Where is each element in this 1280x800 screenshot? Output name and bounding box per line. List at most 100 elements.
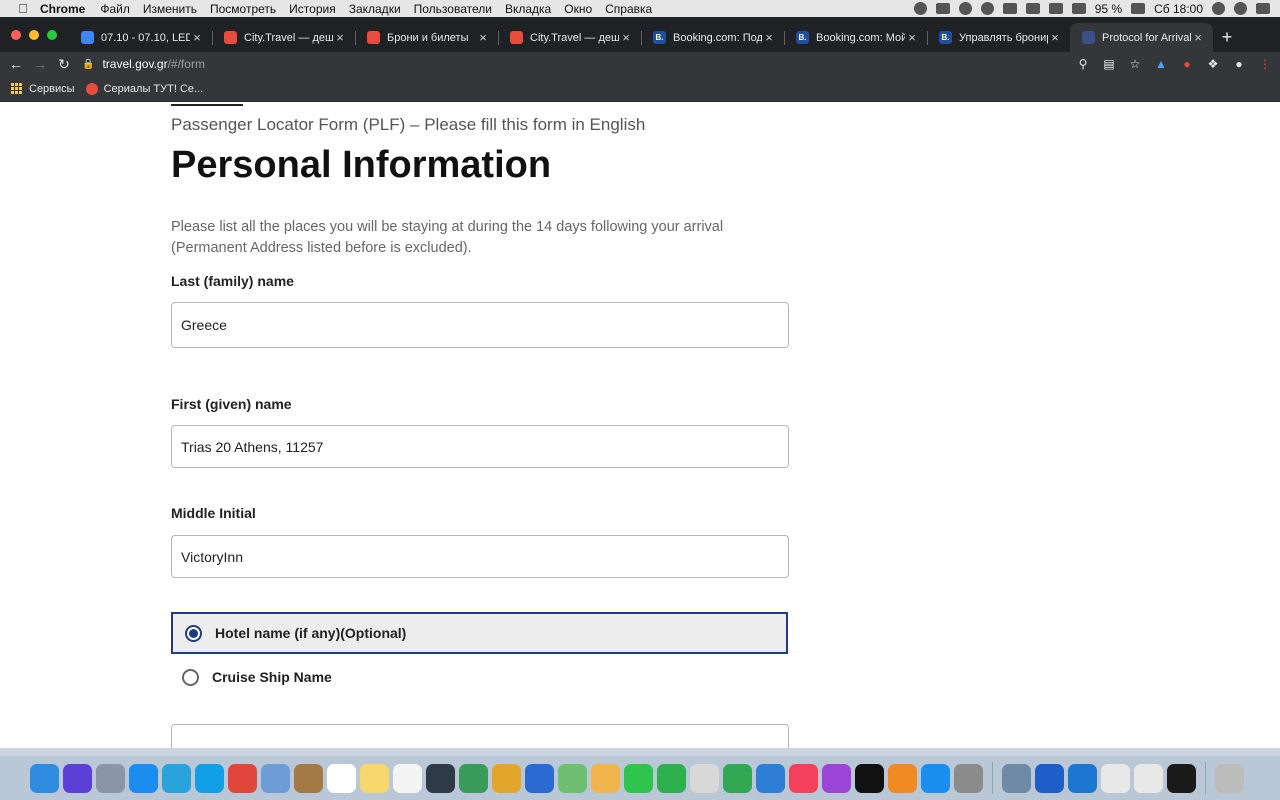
close-tab-icon[interactable]: × (1191, 30, 1205, 45)
wifi-icon[interactable] (1071, 3, 1086, 14)
battery-percent[interactable]: 95 % (1095, 2, 1122, 16)
dock-maps-icon[interactable] (558, 763, 587, 793)
dock-podcasts-icon[interactable] (822, 763, 851, 793)
dock-safari-icon[interactable] (129, 763, 158, 793)
menu-help[interactable]: Справка (605, 2, 652, 16)
browser-menu-icon[interactable]: ⋮ (1258, 57, 1272, 71)
cloud-status-icon[interactable] (935, 3, 950, 14)
dock-docs-icon[interactable] (690, 763, 719, 793)
browser-tab[interactable]: B. Управлять бронирован× (927, 23, 1070, 52)
menu-users[interactable]: Пользователи (414, 2, 492, 16)
dock-telegram-icon[interactable] (162, 763, 191, 793)
apple-menu-icon[interactable]:  (16, 1, 30, 16)
check-status-icon[interactable] (980, 2, 994, 15)
close-tab-icon[interactable]: × (1048, 30, 1062, 45)
accommodation-name-input[interactable] (171, 724, 789, 748)
browser-tab[interactable]: Брони и билеты × (355, 23, 498, 52)
dock-system-preferences-icon[interactable] (954, 763, 983, 793)
menu-window[interactable]: Окно (564, 2, 592, 16)
dock-screen-sharing-icon[interactable] (1002, 763, 1031, 793)
dock-preview-icon[interactable] (261, 763, 290, 793)
user-avatar-icon[interactable] (1234, 2, 1247, 15)
hotel-name-radio-option[interactable]: Hotel name (if any)(Optional) (171, 612, 788, 654)
menu-tab[interactable]: Вкладка (505, 2, 551, 16)
dock-mail-doc-icon[interactable] (1134, 763, 1163, 793)
minimize-window-button[interactable] (29, 29, 39, 40)
address-bar[interactable]: 🔒 travel.gov.gr/#/form (82, 53, 1076, 75)
dock-facetime-icon[interactable] (657, 763, 686, 793)
bookmark-services[interactable]: Сервисы (11, 82, 75, 95)
close-tab-icon[interactable]: × (476, 30, 490, 45)
dock-keynote-icon[interactable] (756, 763, 785, 793)
middle-initial-input[interactable]: VictoryInn (171, 535, 789, 578)
dock-chrome-icon[interactable] (228, 763, 257, 793)
input-source-icon[interactable] (1025, 3, 1040, 14)
translate-icon[interactable]: ▤ (1102, 57, 1116, 71)
profile-avatar-icon[interactable]: ● (1232, 57, 1246, 71)
dock-siri-icon[interactable] (63, 763, 92, 793)
close-tab-icon[interactable]: × (619, 30, 633, 45)
dock-app-blue-icon[interactable] (525, 763, 554, 793)
new-tab-button[interactable]: + (1213, 23, 1241, 52)
zoom-window-button[interactable] (47, 29, 57, 40)
menu-file[interactable]: Файл (100, 2, 130, 16)
dock-messages-icon[interactable] (624, 763, 653, 793)
dock-xcode-tool-icon[interactable] (492, 763, 521, 793)
extensions-puzzle-icon[interactable]: ❖ (1206, 57, 1220, 71)
close-window-button[interactable] (11, 29, 21, 40)
dock-vpn-icon[interactable] (1035, 763, 1064, 793)
dock-android-studio-icon[interactable] (459, 763, 488, 793)
telegram-status-icon[interactable] (913, 2, 927, 15)
dock-terminal-icon[interactable] (1167, 763, 1196, 793)
notification-center-icon[interactable] (1256, 3, 1270, 14)
dock-apple-tv-icon[interactable] (855, 763, 884, 793)
radio-selected-icon[interactable] (185, 624, 202, 642)
dock-finder-icon[interactable] (30, 763, 59, 793)
bluetooth-icon[interactable] (1048, 3, 1063, 14)
dock-notes-icon[interactable] (360, 763, 389, 793)
menu-history[interactable]: История (289, 2, 336, 16)
forward-button[interactable]: → (28, 56, 52, 72)
browser-tab[interactable]: B. Booking.com: Мой Bo× (784, 23, 927, 52)
dock-trash-icon[interactable] (1215, 763, 1244, 793)
close-tab-icon[interactable]: × (762, 30, 776, 45)
dock-calendar-icon[interactable] (327, 763, 356, 793)
extension-badge-icon[interactable]: ● (1180, 57, 1194, 71)
dock-music-icon[interactable] (789, 763, 818, 793)
dock-skype-icon[interactable] (195, 763, 224, 793)
key-icon[interactable]: ⚲ (1076, 57, 1090, 71)
bookmark-serials[interactable]: Сериалы ТУТ! Се... (85, 82, 203, 95)
dock-archive-icon[interactable] (294, 763, 323, 793)
airplay-icon[interactable] (1002, 3, 1017, 14)
last-name-input[interactable]: Greece (171, 302, 789, 348)
dock-nox-icon[interactable] (426, 763, 455, 793)
dock-books-icon[interactable] (888, 763, 917, 793)
lock-icon[interactable]: 🔒 (82, 59, 94, 70)
dock-reminders-icon[interactable] (393, 763, 422, 793)
dock-photos-icon[interactable] (591, 763, 620, 793)
extension-drive-icon[interactable]: ▲ (1154, 57, 1168, 71)
back-button[interactable]: ← (4, 56, 28, 72)
close-tab-icon[interactable]: × (190, 30, 204, 45)
dock-document-icon[interactable] (1101, 763, 1130, 793)
browser-tab[interactable]: B. Booking.com: Подтве× (641, 23, 784, 52)
radio-unselected-icon[interactable] (182, 668, 199, 686)
browser-tab[interactable]: 07.10 - 07.10, LED → ...× (69, 23, 212, 52)
browser-tab[interactable]: City.Travel — дешёвые× (498, 23, 641, 52)
bookmark-star-icon[interactable]: ☆ (1128, 57, 1142, 71)
menu-edit[interactable]: Изменить (143, 2, 197, 16)
menu-bookmarks[interactable]: Закладки (349, 2, 401, 16)
menu-app-name[interactable]: Chrome (40, 2, 85, 16)
spotlight-search-icon[interactable] (1212, 2, 1225, 15)
dock-app-store-icon[interactable] (921, 763, 950, 793)
menubar-clock[interactable]: Сб 18:00 (1154, 2, 1203, 16)
browser-tab[interactable]: Protocol for Arrivals In× (1070, 23, 1213, 52)
battery-icon[interactable] (1131, 3, 1146, 14)
browser-tab[interactable]: City.Travel — дешёвые× (212, 23, 355, 52)
menu-view[interactable]: Посмотреть (210, 2, 276, 16)
close-tab-icon[interactable]: × (905, 30, 919, 45)
reload-button[interactable]: ↻ (52, 56, 76, 73)
first-name-input[interactable]: Trias 20 Athens, 11257 (171, 425, 789, 468)
dock-airmail-icon[interactable] (1068, 763, 1097, 793)
dock-numbers-icon[interactable] (723, 763, 752, 793)
